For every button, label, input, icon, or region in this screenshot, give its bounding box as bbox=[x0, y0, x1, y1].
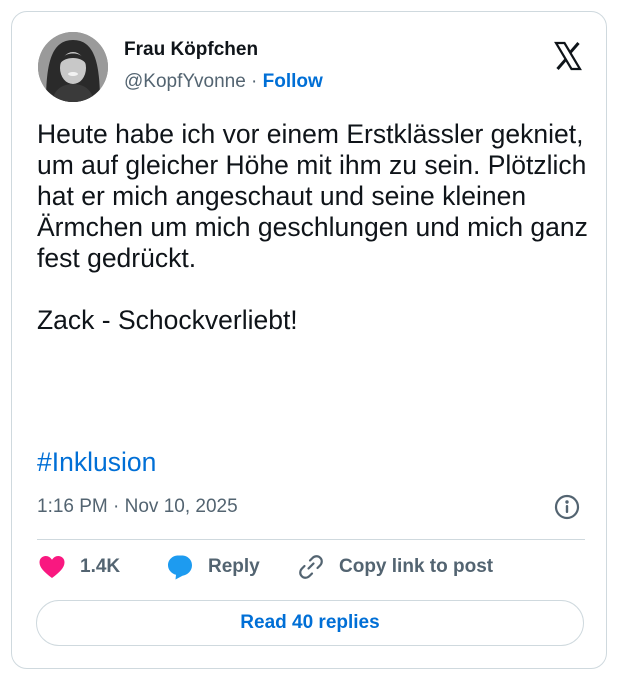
speech-bubble-icon bbox=[168, 555, 192, 580]
reply-button[interactable]: Reply bbox=[166, 552, 260, 582]
like-count: 1.4K bbox=[80, 556, 121, 577]
read-replies-button[interactable]: Read 40 replies bbox=[36, 600, 584, 646]
like-button[interactable]: 1.4K bbox=[38, 552, 120, 582]
tweet-text: Heute habe ich vor einem Erstklässler ge… bbox=[37, 119, 588, 335]
copy-link-label: Copy link to post bbox=[339, 556, 494, 577]
x-logo-icon[interactable] bbox=[552, 40, 584, 72]
link-icon bbox=[299, 555, 323, 579]
tweet-card: Frau Köpfchen @KopfYvonne · Follow Heute… bbox=[11, 11, 607, 669]
heart-icon bbox=[39, 556, 65, 578]
author-name[interactable]: Frau Köpfchen bbox=[124, 38, 258, 62]
handle-row: @KopfYvonne · Follow bbox=[124, 70, 323, 94]
info-icon[interactable] bbox=[554, 494, 580, 520]
hashtag-link[interactable]: #Inklusion bbox=[37, 447, 156, 478]
avatar-photo bbox=[38, 32, 108, 102]
handle-separator: · bbox=[251, 71, 258, 92]
follow-button[interactable]: Follow bbox=[263, 71, 323, 92]
avatar[interactable] bbox=[38, 32, 108, 102]
tweet-timestamp[interactable]: 1:16 PM · Nov 10, 2025 bbox=[37, 495, 238, 519]
copy-link-button[interactable]: Copy link to post bbox=[297, 552, 493, 582]
divider bbox=[37, 539, 585, 540]
author-handle[interactable]: @KopfYvonne bbox=[124, 71, 246, 92]
reply-label: Reply bbox=[208, 556, 260, 577]
